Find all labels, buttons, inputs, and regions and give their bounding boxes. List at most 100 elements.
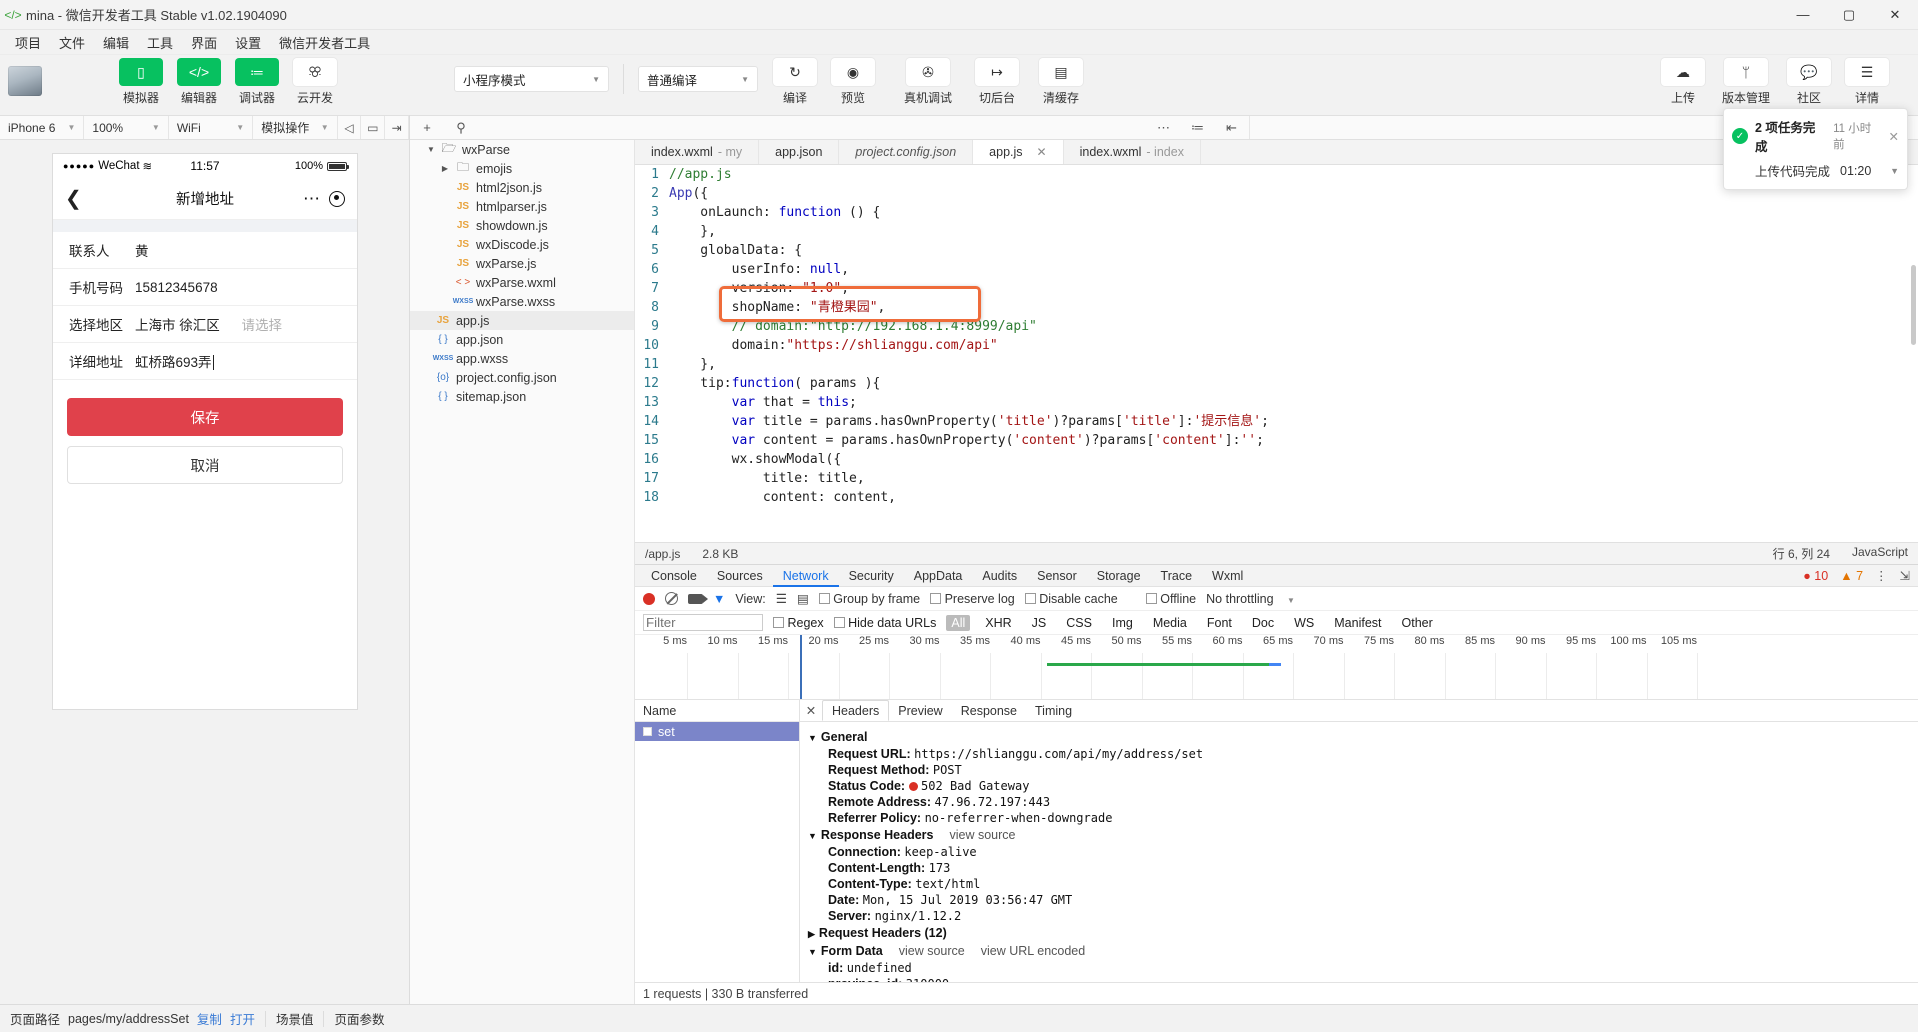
screen-icon[interactable]: ▭	[361, 116, 386, 139]
scene-value-cell[interactable]: 场景值	[266, 1009, 324, 1028]
expand-icon[interactable]: ⇲	[1900, 568, 1910, 583]
close-icon[interactable]: ✕	[1889, 129, 1899, 144]
detail-tab-headers[interactable]: Headers	[822, 700, 890, 721]
filter-type-manifest[interactable]: Manifest	[1329, 615, 1386, 631]
tree-row-html2json[interactable]: JS html2json.js	[410, 178, 634, 197]
detail-tab-timing[interactable]: Timing	[1026, 700, 1081, 721]
tab-project-config-json[interactable]: project.config.json	[839, 140, 974, 164]
twisty-icon[interactable]: ▼	[424, 145, 438, 154]
menu-item-devtools[interactable]: 微信开发者工具	[270, 30, 379, 55]
devtools-tab-storage[interactable]: Storage	[1087, 565, 1151, 587]
menu-item-edit[interactable]: 编辑	[94, 30, 138, 55]
community-button[interactable]: 💬 社区	[1782, 58, 1836, 106]
line-text[interactable]: wx.showModal({	[669, 450, 842, 469]
add-file-icon[interactable]: +	[410, 116, 444, 139]
line-text[interactable]: var content = params.hasOwnProperty('con…	[669, 431, 1264, 450]
form-row-contact[interactable]: 联系人 黄	[53, 232, 357, 269]
hide-data-urls-checkbox[interactable]: Hide data URLs	[833, 616, 936, 630]
tree-row-app-wxss[interactable]: WXSS app.wxss	[410, 349, 634, 368]
devtools-tab-security[interactable]: Security	[839, 565, 904, 587]
line-text[interactable]: version: "1.0",	[669, 279, 849, 298]
tab-index-wxml-my[interactable]: index.wxml - my	[635, 140, 760, 164]
save-button[interactable]: 保存	[67, 398, 343, 436]
offline-checkbox[interactable]: Offline	[1145, 592, 1196, 606]
filter-type-css[interactable]: CSS	[1061, 615, 1097, 631]
form-row-phone[interactable]: 手机号码 15812345678	[53, 269, 357, 306]
form-row-address[interactable]: 详细地址 虹桥路693弄	[53, 343, 357, 380]
toolbar-cloud-dev-button[interactable]: ꕣ 云开发	[288, 58, 342, 106]
target-icon[interactable]	[329, 190, 345, 207]
cancel-button[interactable]: 取消	[67, 446, 343, 484]
zoom-select[interactable]: 100% ▼	[84, 116, 169, 139]
twisty-icon[interactable]: ▶	[808, 929, 815, 939]
simulate-action-select[interactable]: 模拟操作 ▼	[253, 116, 338, 139]
request-list-header[interactable]: Name	[635, 700, 799, 722]
close-icon[interactable]: ✕	[800, 700, 822, 721]
tree-row-htmlparser[interactable]: JS htmlparser.js	[410, 197, 634, 216]
filter-input[interactable]	[643, 614, 763, 631]
twisty-icon[interactable]: ▼	[808, 947, 817, 957]
filter-type-other[interactable]: Other	[1397, 615, 1438, 631]
tree-row-emojis[interactable]: ▶ 🗀 emojis	[410, 159, 634, 178]
menu-item-project[interactable]: 项目	[6, 30, 50, 55]
close-button[interactable]: ✕	[1872, 0, 1918, 30]
devtools-tab-network[interactable]: Network	[773, 565, 839, 587]
devtools-tab-appdata[interactable]: AppData	[904, 565, 973, 587]
rotate-icon[interactable]: ⇥	[385, 116, 410, 139]
devtools-tab-sensor[interactable]: Sensor	[1027, 565, 1087, 587]
line-text[interactable]: tip:function( params ){	[669, 374, 880, 393]
region-value[interactable]: 上海市 徐汇区 请选择	[135, 314, 282, 334]
more-dots-icon[interactable]: ⋯	[303, 189, 321, 209]
menu-item-tools[interactable]: 工具	[138, 30, 182, 55]
camera-icon[interactable]	[688, 593, 708, 604]
toolbar-editor-button[interactable]: </> 编辑器	[172, 58, 226, 106]
detail-tab-response[interactable]: Response	[952, 700, 1026, 721]
grid-view-icon[interactable]: ▤	[797, 591, 809, 606]
compile-select[interactable]: 普通编译 ▼	[638, 66, 758, 92]
tree-row-wxParse[interactable]: ▼ 🗁 wxParse	[410, 140, 634, 159]
twisty-icon[interactable]: ▶	[438, 164, 452, 173]
list-view-icon[interactable]: ☰	[776, 591, 787, 606]
collapse-panel-icon[interactable]: ⇤	[1215, 116, 1249, 139]
details-button[interactable]: ☰ 详情	[1840, 58, 1894, 106]
kebab-icon[interactable]: ⋮	[1875, 568, 1888, 583]
more-icon[interactable]: ⋯	[1147, 116, 1181, 139]
detail-tab-preview[interactable]: Preview	[889, 700, 951, 721]
detail-section-header[interactable]: ▼ Form Data view source view URL encoded	[800, 942, 1918, 960]
network-timeline[interactable]: 5 ms 10 ms 15 ms 20 ms 25 ms 30 ms 35 ms 40 ms 4…	[635, 635, 1918, 700]
group-by-frame-checkbox[interactable]: Group by frame	[818, 592, 920, 606]
background-button[interactable]: ↦ 切后台	[970, 58, 1024, 106]
view-source-link[interactable]: view source	[949, 828, 1015, 842]
tab-index-wxml-index[interactable]: index.wxml - index	[1064, 140, 1201, 164]
volume-icon[interactable]: ◁	[338, 116, 362, 139]
detail-section-header[interactable]: ▶ Request Headers (12)	[800, 924, 1918, 942]
devtools-tab-console[interactable]: Console	[641, 565, 707, 587]
line-text[interactable]: userInfo: null,	[669, 260, 849, 279]
compile-button[interactable]: ↻ 编译	[768, 58, 822, 106]
twisty-icon[interactable]: ▼	[808, 831, 817, 841]
tree-row-showdown[interactable]: JS showdown.js	[410, 216, 634, 235]
project-thumbnail[interactable]	[8, 66, 42, 96]
filter-type-js[interactable]: JS	[1027, 615, 1052, 631]
line-text[interactable]: },	[669, 222, 716, 241]
filter-type-doc[interactable]: Doc	[1247, 615, 1279, 631]
line-text[interactable]: var that = this;	[669, 393, 857, 412]
menu-item-settings[interactable]: 设置	[226, 30, 270, 55]
menu-item-ui[interactable]: 界面	[182, 30, 226, 55]
line-text[interactable]: // domain:"http://192.168.1.4:8999/api"	[669, 317, 1037, 336]
search-icon[interactable]: ⚲	[444, 116, 478, 139]
clear-cache-button[interactable]: ▤ 清缓存	[1034, 58, 1088, 106]
line-text[interactable]: globalData: {	[669, 241, 802, 260]
toolbar-simulator-button[interactable]: ▯ 模拟器	[114, 58, 168, 106]
open-button[interactable]: 打开	[230, 1009, 255, 1028]
regex-checkbox[interactable]: Regex	[773, 616, 824, 630]
line-text[interactable]: title: title,	[669, 469, 865, 488]
outline-icon[interactable]: ≔	[1181, 116, 1215, 139]
copy-button[interactable]: 复制	[197, 1009, 222, 1028]
tree-row-app-json[interactable]: { } app.json	[410, 330, 634, 349]
real-device-debug-button[interactable]: ✇ 真机调试	[896, 58, 960, 106]
version-manage-button[interactable]: ᛘ 版本管理	[1714, 58, 1778, 106]
minimize-button[interactable]: —	[1780, 0, 1826, 30]
line-text[interactable]: content: content,	[669, 488, 896, 507]
code-editor[interactable]: 1//app.js 2 App({3 onLaunch: function () {…	[635, 165, 1918, 542]
